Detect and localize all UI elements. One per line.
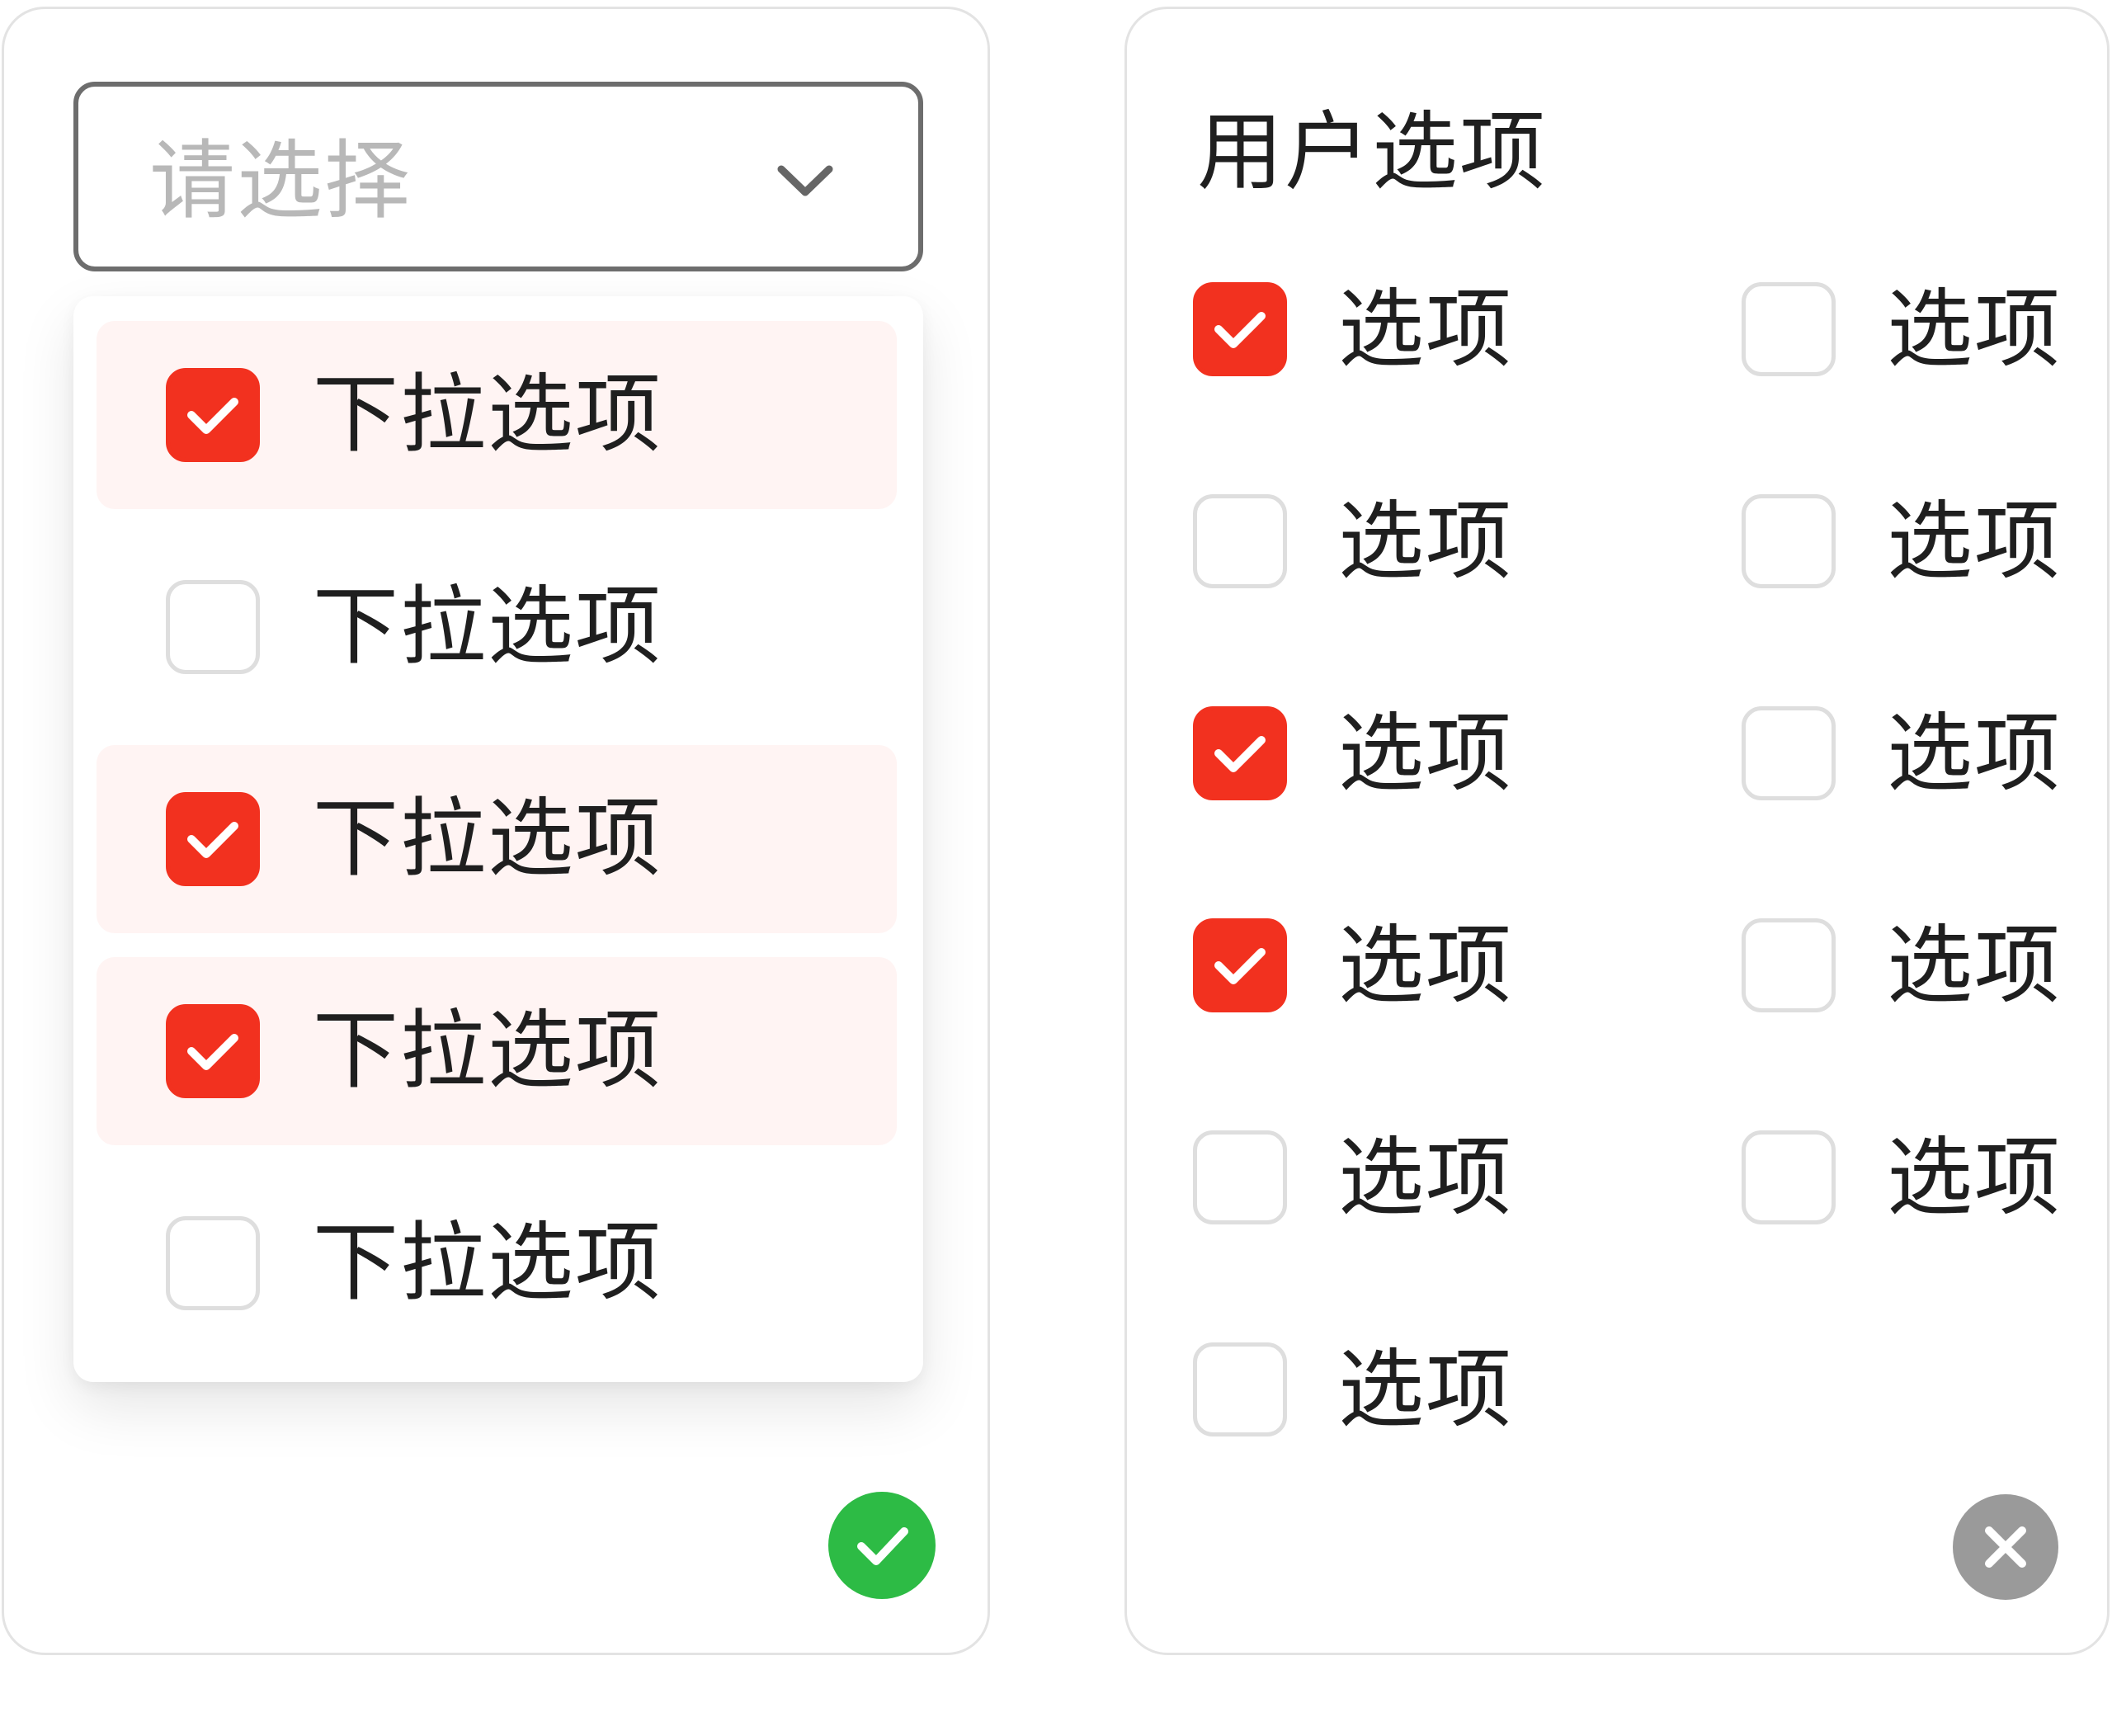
checkbox[interactable] [1742,706,1836,800]
option-item[interactable]: 选项 [1742,700,2088,807]
dropdown-option-label: 下拉选项 [313,788,663,889]
option-label: 选项 [1887,1127,2062,1228]
option-label: 选项 [1338,1127,1514,1228]
checkbox[interactable] [1742,282,1836,376]
check-icon [857,1527,908,1565]
user-options-card: 用户选项 选项 选项 选项 选项 选项 选项 选项 选项 选项 选项 选项 [1124,7,2110,1655]
dropdown-option[interactable]: 下拉选项 [97,1169,897,1357]
check-icon [187,822,238,858]
checkbox[interactable] [1193,1342,1287,1436]
close-button[interactable] [1953,1494,2058,1600]
multi-select-input[interactable]: 请选择 [73,82,923,271]
checkbox[interactable] [1193,706,1287,800]
option-label: 选项 [1338,703,1514,804]
check-icon [1214,948,1266,984]
dropdown-option[interactable]: 下拉选项 [97,533,897,721]
checkbox[interactable] [1742,1130,1836,1224]
checkbox[interactable] [166,1216,260,1310]
confirm-button[interactable] [828,1492,936,1599]
option-label: 选项 [1887,491,2062,592]
option-item[interactable]: 选项 [1193,276,1539,383]
checkbox[interactable] [1742,918,1836,1012]
checkbox[interactable] [1193,1130,1287,1224]
dropdown-option-label: 下拉选项 [313,1212,663,1313]
dropdown-option[interactable]: 下拉选项 [97,957,897,1145]
option-label: 选项 [1338,915,1514,1016]
option-label: 选项 [1887,915,2062,1016]
dropdown-option-label: 下拉选项 [313,576,663,677]
check-icon [1214,736,1266,772]
check-icon [187,398,238,434]
dropdown-option-label: 下拉选项 [313,364,663,465]
checkbox[interactable] [1193,494,1287,588]
checkbox[interactable] [1193,282,1287,376]
option-item[interactable]: 选项 [1193,488,1539,595]
checkbox[interactable] [166,792,260,886]
group-title: 用户选项 [1197,101,1548,202]
option-label: 选项 [1887,279,2062,380]
checkbox[interactable] [1193,918,1287,1012]
option-label: 选项 [1338,491,1514,592]
option-item[interactable]: 选项 [1193,700,1539,807]
option-label: 选项 [1338,1339,1514,1440]
dropdown-option[interactable]: 下拉选项 [97,321,897,509]
option-item[interactable]: 选项 [1193,912,1539,1019]
option-item[interactable]: 选项 [1742,912,2088,1019]
option-item[interactable]: 选项 [1742,488,2088,595]
check-icon [187,1034,238,1070]
dropdown-select-card: 请选择 下拉选项 下拉选项 下拉选项 下拉选项 下拉选项 [2,7,990,1655]
dropdown-option-label: 下拉选项 [313,1000,663,1101]
check-icon [1214,312,1266,348]
close-icon [1985,1526,2026,1568]
chevron-down-icon [777,165,833,196]
option-item[interactable]: 选项 [1193,1336,1539,1443]
dropdown-option[interactable]: 下拉选项 [97,745,897,933]
option-item[interactable]: 选项 [1742,276,2088,383]
option-item[interactable]: 选项 [1742,1124,2088,1231]
checkbox[interactable] [166,368,260,462]
checkbox[interactable] [166,580,260,674]
checkbox[interactable] [1742,494,1836,588]
select-placeholder: 请选择 [149,130,412,231]
option-label: 选项 [1338,279,1514,380]
checkbox[interactable] [166,1004,260,1098]
dropdown-menu: 下拉选项 下拉选项 下拉选项 下拉选项 下拉选项 [73,296,923,1382]
option-label: 选项 [1887,703,2062,804]
option-item[interactable]: 选项 [1193,1124,1539,1231]
